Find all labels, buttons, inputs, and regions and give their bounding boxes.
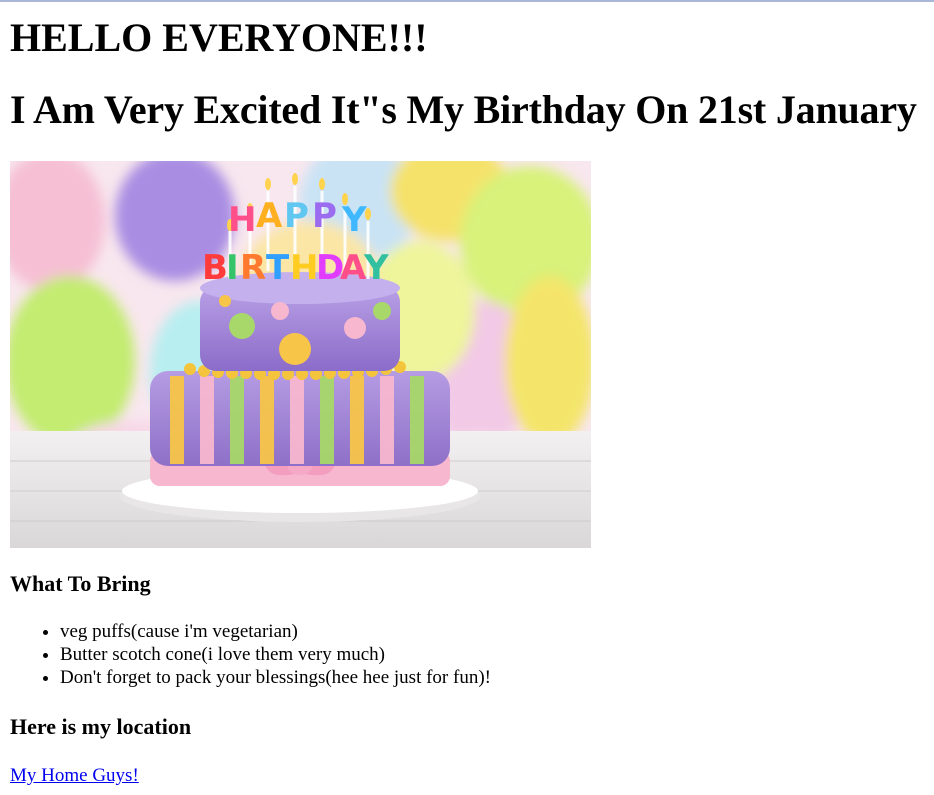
greeting-heading: HELLO EVERYONE!!! [10, 15, 428, 60]
cake-letter-b: B [202, 248, 228, 288]
cake-letter-p2: P [312, 196, 337, 236]
cake-letter-h2: H [290, 248, 318, 288]
cake-letter-y2: Y [363, 248, 389, 288]
location-heading: Here is my location [10, 714, 192, 739]
cake-letter-t: T [266, 248, 290, 288]
list-item: Don't forget to pack your blessings(hee … [60, 666, 491, 689]
cake-letter-h: H [228, 200, 256, 240]
cake-letter-r: R [240, 248, 266, 288]
birthday-heading: I Am Very Excited It"s My Birthday On 21… [10, 87, 917, 132]
what-to-bring-heading: What To Bring [10, 571, 151, 596]
browser-top-border [0, 0, 934, 2]
cake-letter-p1: P [284, 196, 309, 236]
cake-letter-i: I [226, 248, 239, 288]
home-location-link[interactable]: My Home Guys! [10, 764, 139, 788]
list-item: veg puffs(cause i'm vegetarian) [60, 620, 491, 643]
cake-letter-a: A [256, 196, 283, 236]
cake-letter-y: Y [341, 200, 367, 240]
bring-list: veg puffs(cause i'm vegetarian) Butter s… [10, 620, 491, 689]
list-item: Butter scotch cone(i love them very much… [60, 643, 491, 666]
cake-letter-a2: A [340, 248, 367, 288]
birthday-cake-image: H A P P Y B I R T H D A Y [10, 161, 591, 548]
